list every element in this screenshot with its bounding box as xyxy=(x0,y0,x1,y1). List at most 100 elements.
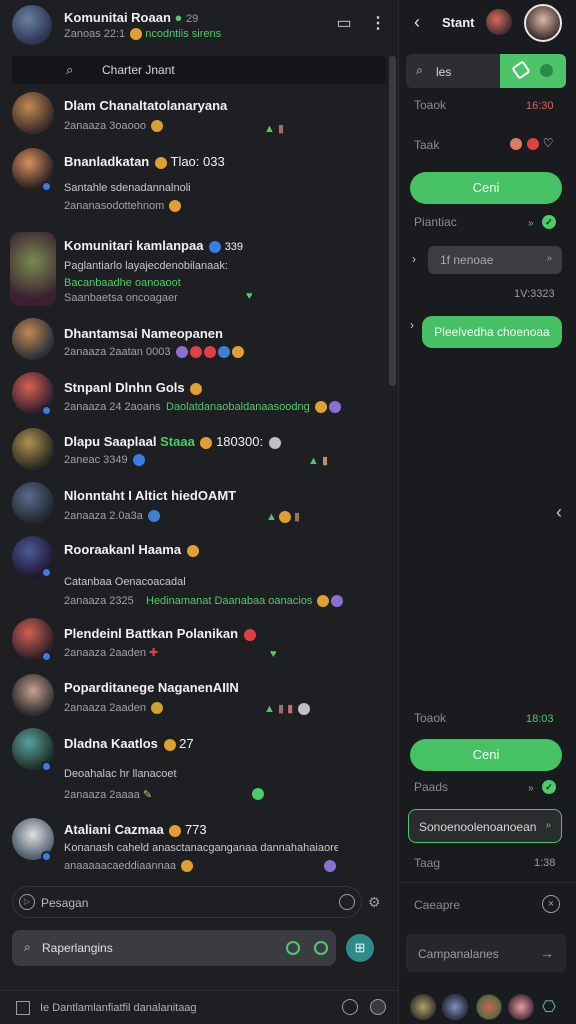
more-vertical-icon[interactable]: ⋮ xyxy=(366,12,390,36)
chevron-right-icon[interactable]: › xyxy=(410,318,414,332)
bot-avatar-icon[interactable]: ⊞ xyxy=(346,934,374,962)
chat-status-icons: ▲ ▮ xyxy=(266,511,301,524)
community-subtitle: Zanoas 22:1 ncodntiis sirens xyxy=(64,28,222,41)
detail-search-label: les xyxy=(436,65,452,79)
chat-subtitle: 2anaaza 2aaden ✚ xyxy=(64,647,159,659)
heart-icon: ♥ xyxy=(270,648,277,660)
chat-status-icons: ▲ ▮ ▮ xyxy=(264,702,311,716)
chat-item[interactable]: Bnanladkatan Tlao: 033 Santahle sdenadan… xyxy=(0,144,388,218)
row-value: 18:03 xyxy=(526,713,554,725)
chat-item[interactable]: Dhantamsai Nameopanen 2anaaza 2aatan 000… xyxy=(0,314,388,368)
refresh-icon[interactable] xyxy=(286,941,300,955)
collapse-chevron-icon[interactable]: ‹ xyxy=(556,502,562,523)
emoji-icon[interactable] xyxy=(370,999,386,1015)
chat-item[interactable]: Poparditanege NaganenAIIN 2anaaza 2aaden… xyxy=(0,670,388,724)
detail-panel xyxy=(398,0,576,1024)
avatar[interactable] xyxy=(508,994,534,1020)
chat-avatar xyxy=(10,232,56,306)
check-icon: ✓ xyxy=(542,780,556,794)
chat-item[interactable]: Stnpanl Dlnhn Gols 2anaaza 24 2aoans Dao… xyxy=(0,368,388,424)
avatar[interactable] xyxy=(410,994,436,1020)
selected-option[interactable]: Sonoenoolenoanoean » xyxy=(408,809,562,843)
compose-label: Campanalanes xyxy=(418,947,499,961)
community-avatar[interactable] xyxy=(12,5,52,45)
window-icon[interactable] xyxy=(16,1001,30,1015)
chat-item[interactable]: Komunitari kamlanpaa 339 Paglantiarlo la… xyxy=(0,226,388,310)
detail-search[interactable]: ⌕ les xyxy=(406,54,566,88)
verified-badge-icon xyxy=(41,761,52,772)
chat-subtitle: 2ananasodottehnom xyxy=(64,200,182,213)
chat-list-scrollbar[interactable] xyxy=(389,56,396,386)
arrow-right-icon[interactable]: → xyxy=(540,945,554,961)
chat-name: Dlapu Saaplaal Staaa 180300: xyxy=(64,434,281,449)
primary-button[interactable]: Ceni xyxy=(410,172,562,204)
chat-list-header: Komunitai Roaan ● 29 Zanoas 22:1 ncodnti… xyxy=(0,0,398,52)
reply-pill[interactable]: 1f nenoae » xyxy=(428,246,562,274)
chat-subtitle: 2anaaza 2.0a3a xyxy=(64,510,160,523)
message-input[interactable]: ▷ Pesagan xyxy=(12,886,362,918)
bottom-search-bar[interactable]: ⌕ Raperlangins xyxy=(12,930,336,966)
chat-item[interactable]: Dlapu Saaplaal Staaa 180300: 2aneac 3349… xyxy=(0,424,388,478)
chat-avatar xyxy=(12,428,54,470)
green-message-pill[interactable]: Pleelvedha choenoaa xyxy=(422,316,562,348)
chat-item[interactable]: Ataliani Cazmaa 773 Konanash caheld anas… xyxy=(0,814,388,880)
chat-avatar xyxy=(12,92,54,134)
clock-icon[interactable] xyxy=(339,894,355,910)
chat-name: Ataliani Cazmaa 773 xyxy=(64,822,207,837)
tag-icon xyxy=(511,60,531,80)
secondary-button[interactable]: Ceni xyxy=(410,739,562,771)
row-label: Toaok xyxy=(414,98,447,112)
row-label: Piantiac xyxy=(414,215,457,229)
message-placeholder: Pesagan xyxy=(41,896,89,910)
chat-green-line: Bacanbaadhe oanoaoot xyxy=(64,277,181,289)
search-icon: ⌕ xyxy=(66,62,74,77)
bot-icon[interactable]: ⎔ xyxy=(542,997,556,1017)
chat-subtitle: 2anaaza 24 2aoans xyxy=(64,401,161,413)
verified-badge-icon xyxy=(41,181,52,192)
app-root: Komunitai Roaan ● 29 Zanoas 22:1 ncodnti… xyxy=(0,0,576,1024)
chat-item[interactable]: Plendeinl Battkan Polanikan 2anaaza 2aad… xyxy=(0,614,388,670)
detail-action-button[interactable] xyxy=(500,54,566,88)
chat-name: Dhantamsai Nameopanen xyxy=(64,326,223,341)
back-chevron-icon[interactable]: ‹ xyxy=(414,12,420,33)
footer-text: Ie Dantlamlanfiatfil danalanitaag xyxy=(40,1002,197,1014)
bottom-search-label: Raperlangins xyxy=(42,941,113,955)
avatar[interactable] xyxy=(486,9,512,35)
chat-status-icons: ▲ ▮ xyxy=(264,123,285,135)
settings-icon[interactable]: ⚙ xyxy=(368,894,381,911)
search-icon: ⌕ xyxy=(416,63,423,77)
chat-subtitle: anaaaaacaeddiaannaa xyxy=(64,860,194,873)
avatar[interactable] xyxy=(442,994,468,1020)
panel-icon[interactable]: ▭ xyxy=(332,12,356,36)
chat-list-panel: Komunitai Roaan ● 29 Zanoas 22:1 ncodnti… xyxy=(0,0,398,1024)
avatar[interactable] xyxy=(524,4,562,42)
avatar[interactable] xyxy=(476,994,502,1020)
chat-name: Plendeinl Battkan Polanikan xyxy=(64,626,256,641)
chat-item[interactable]: Dlam Chanaltatolanaryana 2anaaza 3oaooo … xyxy=(0,88,388,144)
leaf-icon[interactable] xyxy=(314,941,328,955)
chat-subtitle: 2anaaza 2aatan 0003 xyxy=(64,346,244,359)
chat-preview: Konanash caheld anasctanacganganaa danna… xyxy=(64,842,338,854)
row-label: Caeapre xyxy=(414,898,461,912)
compose-field[interactable]: Campanalanes → xyxy=(406,934,566,972)
community-title[interactable]: Komunitai Roaan ● 29 xyxy=(64,10,198,25)
chevron-icon: » xyxy=(546,253,552,264)
chat-item[interactable]: Rooraakanl Haama Catanbaa Oenacoacadal 2… xyxy=(0,534,388,614)
verified-badge-icon xyxy=(41,851,52,862)
heart-icon: ♥ xyxy=(246,290,253,302)
chat-search-bar[interactable]: ⌕ Charter Jnant xyxy=(12,56,386,84)
chat-item[interactable]: Nlonntaht I Altict hiedOAMT 2anaaza 2.0a… xyxy=(0,478,388,534)
chat-name: Bnanladkatan Tlao: 033 xyxy=(64,154,225,169)
chat-green-line: Hedinamanat Daanabaa oanacios xyxy=(146,595,344,608)
chat-name: Nlonntaht I Altict hiedOAMT xyxy=(64,488,237,503)
chat-name: Poparditanege NaganenAIIN xyxy=(64,680,239,695)
chat-item[interactable]: Dladna Kaatlos 27 Deoahalac hr llanacoet… xyxy=(0,724,388,810)
gear-icon xyxy=(540,64,553,77)
chat-name: Rooraakanl Haama xyxy=(64,542,199,557)
chevron-right-icon[interactable]: › xyxy=(412,252,416,266)
row-value: 1:38 xyxy=(534,857,556,869)
record-icon[interactable] xyxy=(342,999,358,1015)
attach-icon[interactable]: ▷ xyxy=(19,894,35,910)
chevron-icon: » xyxy=(545,820,551,831)
close-icon[interactable]: × xyxy=(542,895,560,913)
